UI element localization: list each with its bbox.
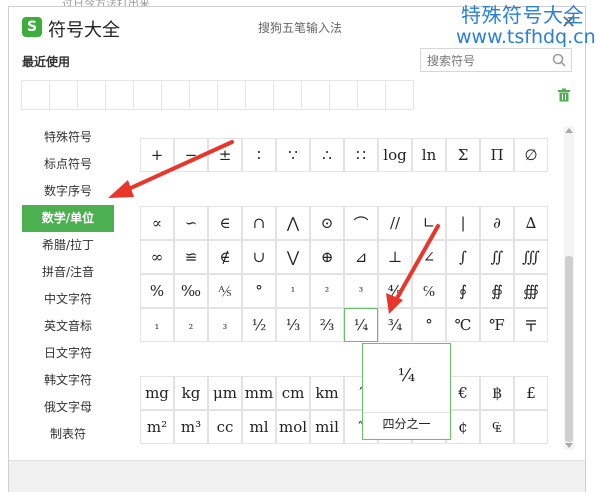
red-arrow-to-symbol [386, 224, 440, 314]
annotation-arrows [108, 140, 440, 314]
red-arrow-to-category [108, 140, 234, 198]
